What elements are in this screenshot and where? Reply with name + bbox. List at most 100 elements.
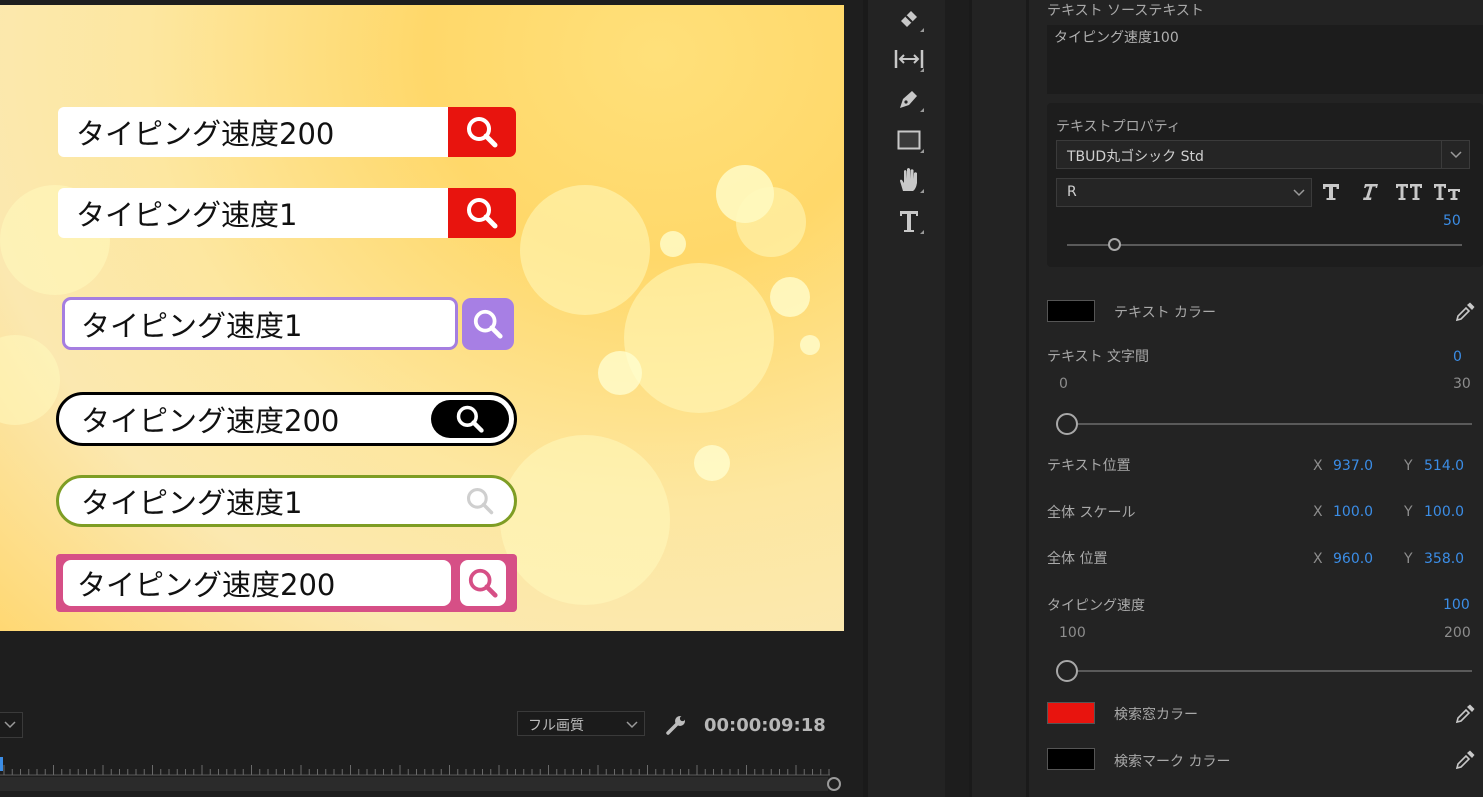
scale-y[interactable]: 100.0 <box>1424 504 1464 520</box>
typing-speed-min: 100 <box>1059 625 1086 641</box>
eyedropper-icon[interactable] <box>1455 750 1475 770</box>
text-properties-label: テキストプロパティ <box>1056 119 1181 135</box>
rectangle-tool[interactable] <box>892 125 926 155</box>
pen-icon <box>900 91 917 108</box>
search-bar-pink: タイピング速度200 <box>56 554 517 612</box>
chevron-down-icon <box>4 721 16 729</box>
program-monitor: タイピング速度200 タイピング速度1 タイピング速度1 タイピング速度200 … <box>0 0 863 797</box>
bokeh-decoration <box>598 351 642 395</box>
search-bar-text: タイピング速度200 <box>77 568 336 602</box>
search-box-color-swatch[interactable] <box>1047 702 1095 724</box>
global-position-x[interactable]: 960.0 <box>1333 551 1373 567</box>
hand-tool[interactable] <box>892 165 926 195</box>
scale-label: 全体 スケール <box>1047 505 1136 521</box>
type-tool[interactable] <box>892 206 926 236</box>
text-color-swatch[interactable] <box>1047 300 1095 322</box>
source-text-value: タイピング速度100 <box>1054 30 1179 46</box>
text-position-x[interactable]: 937.0 <box>1333 458 1373 474</box>
typing-speed-track[interactable] <box>1067 670 1472 672</box>
source-text-field[interactable]: タイピング速度100 <box>1047 25 1483 94</box>
search-bar-text: タイピング速度200 <box>81 404 340 438</box>
search-bar-green: タイピング速度1 <box>56 475 517 527</box>
global-position-label: 全体 位置 <box>1047 551 1108 567</box>
tracking-label: テキスト 文字間 <box>1047 349 1150 365</box>
faux-italic-icon[interactable] <box>1359 182 1379 202</box>
wrench-icon[interactable] <box>664 713 688 737</box>
tracking-max: 30 <box>1453 376 1471 392</box>
bokeh-decoration <box>800 335 820 355</box>
global-position-y[interactable]: 358.0 <box>1424 551 1464 567</box>
essential-graphics-panel: テキスト ソーステキスト タイピング速度100 テキストプロパティ TBUD丸ゴ… <box>1029 0 1483 797</box>
all-caps-icon[interactable] <box>1395 182 1423 202</box>
quality-label: フル画質 <box>528 718 584 734</box>
preview-canvas[interactable]: タイピング速度200 タイピング速度1 タイピング速度1 タイピング速度200 … <box>0 5 844 631</box>
search-button <box>431 400 509 438</box>
y-label: Y <box>1404 458 1413 474</box>
chevron-down-icon <box>1450 151 1462 159</box>
font-size-value[interactable]: 50 <box>1443 213 1461 229</box>
bokeh-decoration <box>520 185 650 315</box>
source-text-label: テキスト ソーステキスト <box>1047 3 1204 19</box>
bokeh-decoration <box>736 187 806 257</box>
typing-speed-label: タイピング速度 <box>1047 598 1145 614</box>
search-button <box>462 297 514 350</box>
faux-bold-icon[interactable] <box>1321 182 1341 202</box>
eyedropper-icon[interactable] <box>1455 302 1475 322</box>
razor-icon <box>901 11 917 27</box>
chevron-down-icon <box>1293 189 1305 197</box>
bokeh-decoration <box>624 263 774 413</box>
tracking-slider-knob[interactable] <box>1056 413 1078 435</box>
razor-tool[interactable] <box>892 4 926 34</box>
search-bar-text: タイピング速度200 <box>76 117 335 151</box>
search-bar-red-1: タイピング速度200 <box>58 107 516 157</box>
font-dropdown[interactable]: TBUD丸ゴシック Std <box>1056 140 1470 169</box>
font-weight-value: R <box>1067 184 1077 200</box>
search-bar-red-2: タイピング速度1 <box>58 188 516 238</box>
magnifier-icon <box>467 117 498 148</box>
scale-x[interactable]: 100.0 <box>1333 504 1373 520</box>
bokeh-decoration <box>694 445 730 481</box>
pen-tool[interactable] <box>892 84 926 114</box>
font-name: TBUD丸ゴシック Std <box>1067 149 1204 165</box>
search-bar-text: タイピング速度1 <box>76 198 298 232</box>
quality-dropdown[interactable]: フル画質 <box>517 711 645 736</box>
zoom-dropdown[interactable] <box>0 712 23 738</box>
search-button <box>460 560 506 606</box>
slip-icon <box>894 50 924 68</box>
search-box-color-label: 検索窓カラー <box>1114 707 1198 723</box>
bokeh-decoration <box>770 277 810 317</box>
tracking-track[interactable] <box>1067 423 1472 425</box>
search-bar-black: タイピング速度200 <box>56 392 517 446</box>
typing-speed-max: 200 <box>1444 625 1471 641</box>
small-caps-icon[interactable] <box>1433 182 1461 202</box>
tracking-value[interactable]: 0 <box>1453 349 1462 365</box>
font-size-track[interactable] <box>1067 244 1462 246</box>
font-size-slider-knob[interactable] <box>1107 238 1121 251</box>
scroll-handle[interactable] <box>827 777 841 791</box>
magnifier-icon <box>466 487 494 515</box>
typing-speed-value[interactable]: 100 <box>1443 597 1470 613</box>
text-position-label: テキスト位置 <box>1047 458 1131 474</box>
bokeh-decoration <box>0 335 60 425</box>
panel-divider <box>945 0 969 797</box>
eyedropper-icon[interactable] <box>1455 704 1475 724</box>
slip-tool[interactable] <box>892 44 926 74</box>
search-bar-purple: タイピング速度1 <box>62 297 516 350</box>
magnifier-icon <box>467 198 498 229</box>
search-mark-color-swatch[interactable] <box>1047 748 1095 770</box>
hand-icon <box>900 168 917 191</box>
magnifier-icon <box>468 568 498 598</box>
tracking-min: 0 <box>1059 376 1068 392</box>
text-position-y[interactable]: 514.0 <box>1424 458 1464 474</box>
font-weight-dropdown[interactable]: R <box>1056 178 1312 207</box>
search-button <box>448 188 516 238</box>
type-icon <box>900 211 918 232</box>
magnifier-icon <box>456 405 484 433</box>
text-properties-group: テキストプロパティ TBUD丸ゴシック Std R 50 <box>1047 103 1483 267</box>
typing-speed-slider-knob[interactable] <box>1056 660 1078 682</box>
zoom-scroll-bar[interactable] <box>0 777 828 791</box>
search-bar-text: タイピング速度1 <box>81 308 303 343</box>
bokeh-decoration <box>660 231 686 257</box>
search-bar-text: タイピング速度1 <box>81 486 303 520</box>
magnifier-icon <box>473 309 503 339</box>
